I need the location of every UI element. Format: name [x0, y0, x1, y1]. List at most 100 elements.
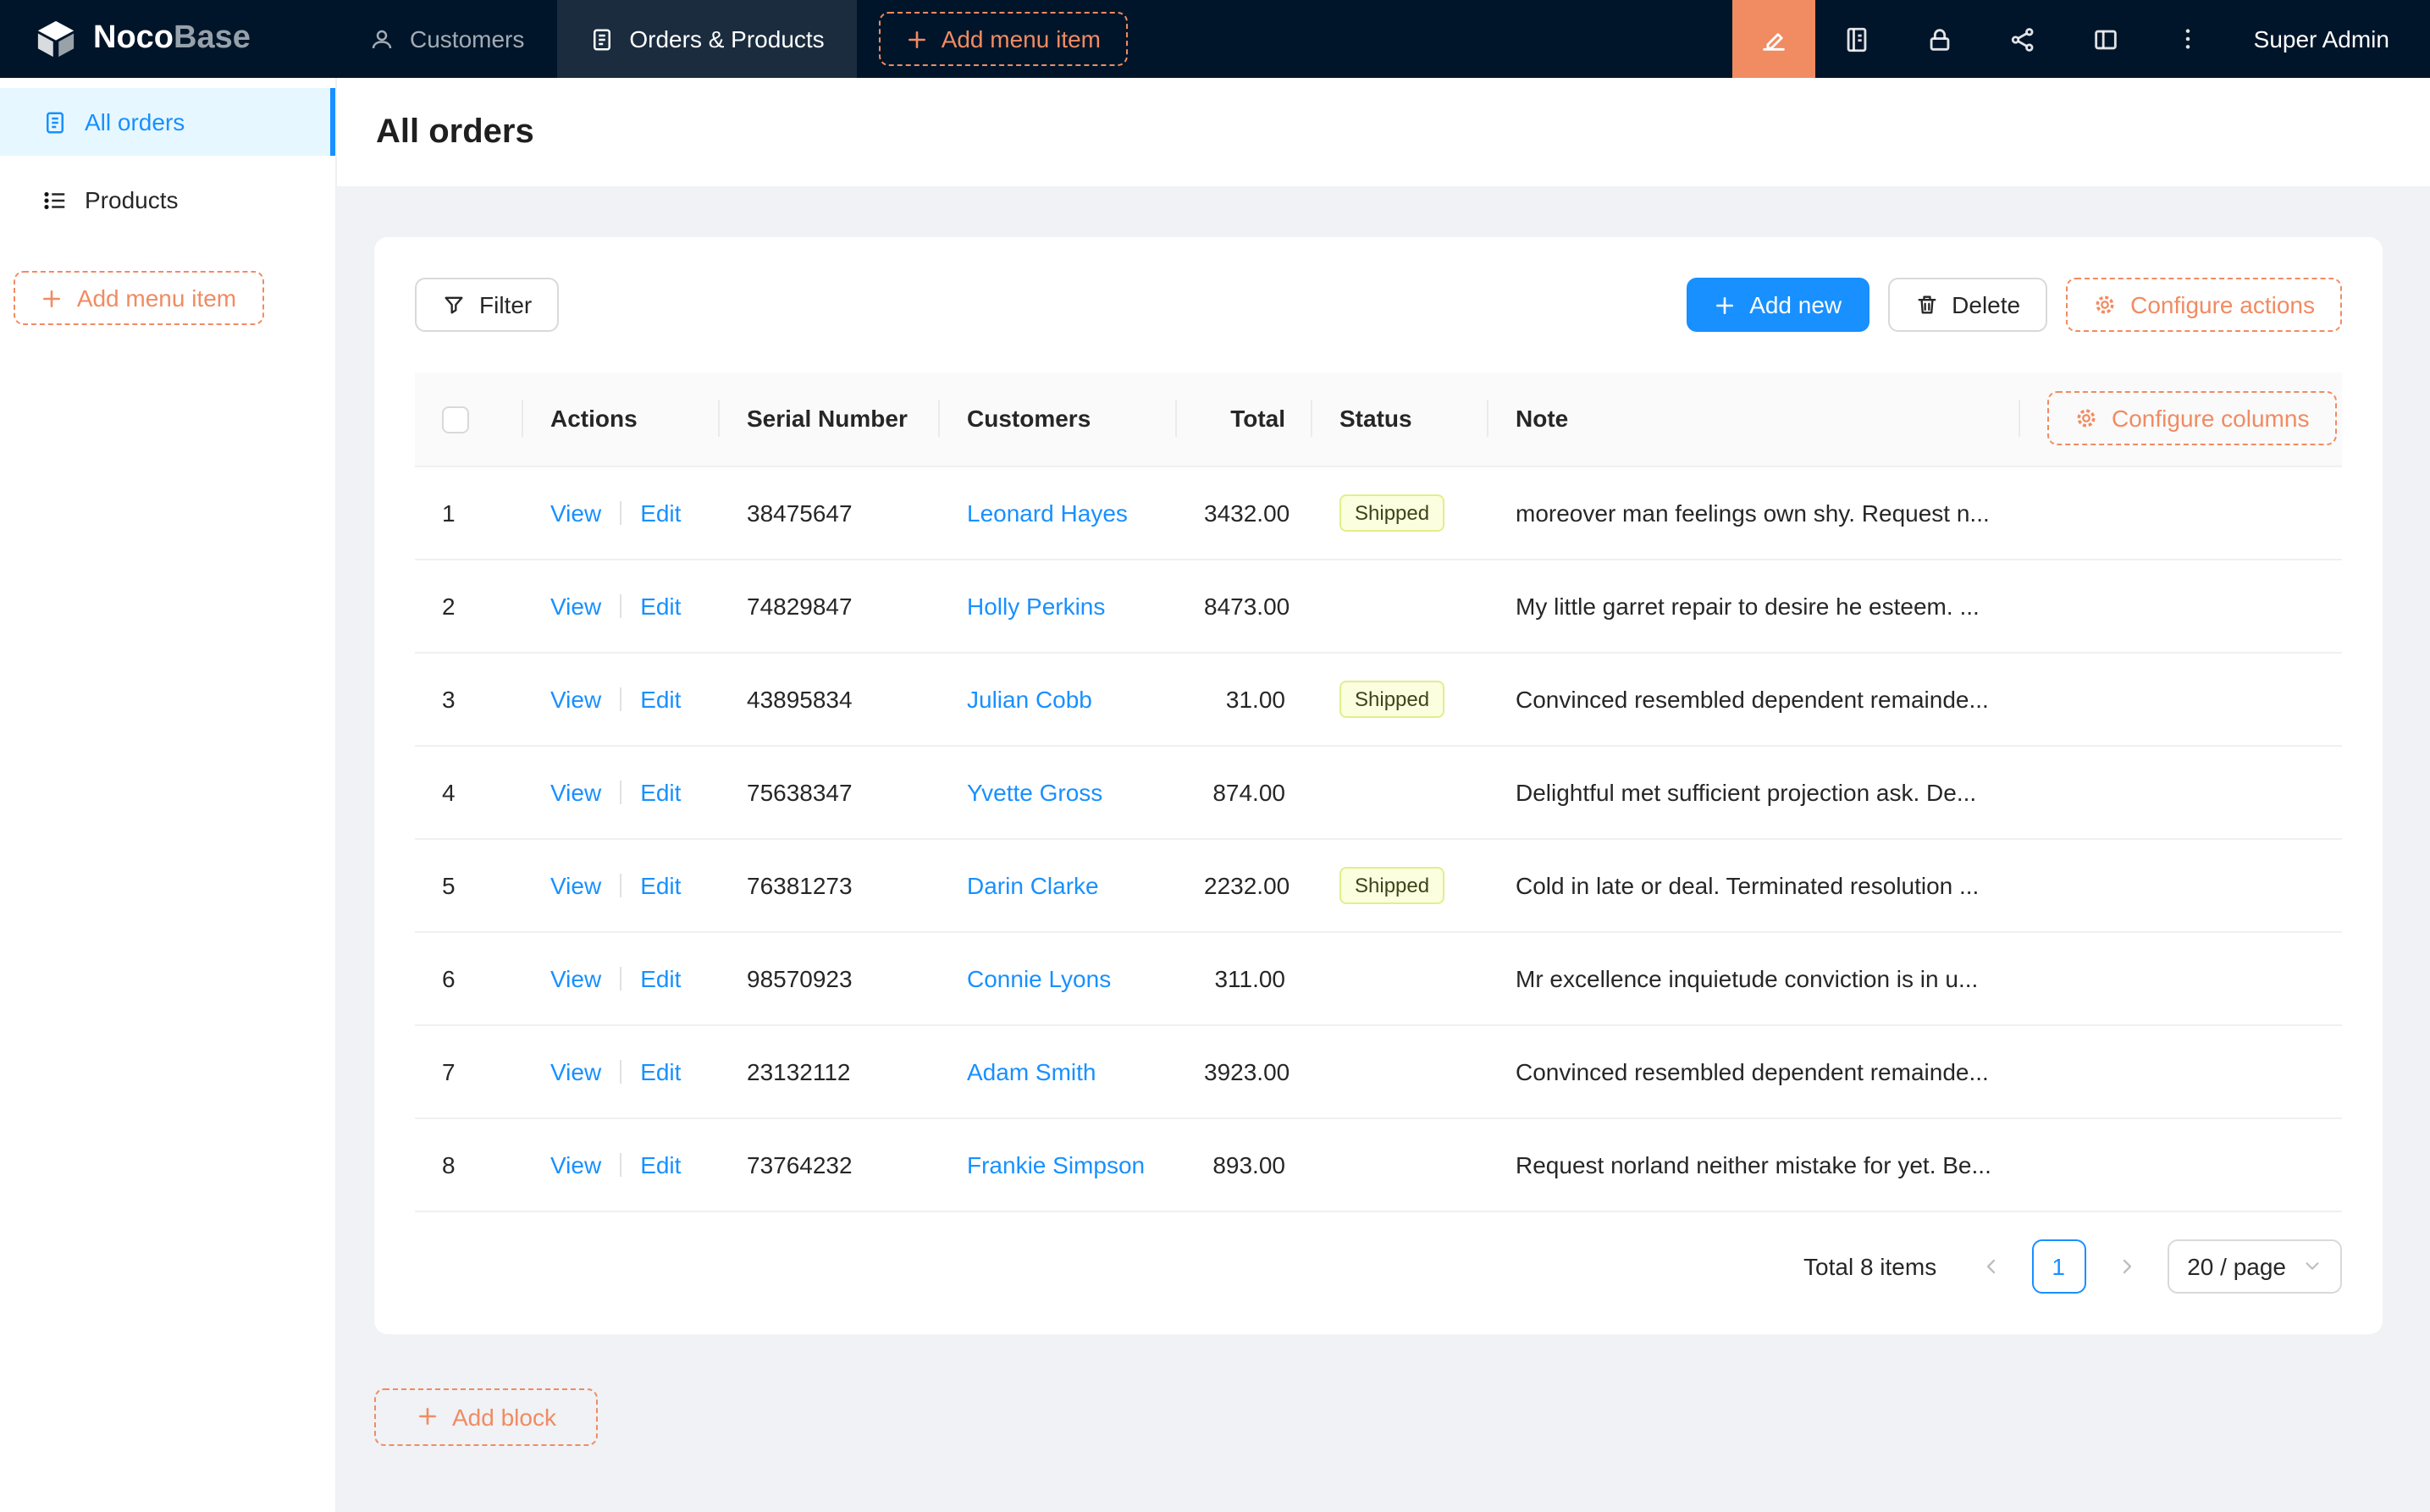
- sidebar-item-all-orders[interactable]: All orders: [0, 88, 335, 156]
- edit-link[interactable]: Edit: [640, 1151, 681, 1178]
- view-link[interactable]: View: [550, 778, 601, 805]
- select-all-checkbox[interactable]: [442, 406, 469, 433]
- sidebar-add-menu-item-button[interactable]: Add menu item: [14, 271, 264, 325]
- view-link[interactable]: View: [550, 871, 601, 898]
- row-index: 3: [442, 685, 456, 712]
- acl-button[interactable]: [1898, 0, 1981, 78]
- action-divider: [620, 780, 621, 803]
- collections-icon: [1842, 25, 1871, 53]
- pagination: Total 8 items 1 20 / page: [415, 1239, 2342, 1293]
- user-menu[interactable]: Super Admin: [2230, 0, 2430, 78]
- table-row[interactable]: 7 ViewEdit 23132112 Adam Smith 3923.00 C…: [415, 1024, 2342, 1117]
- pagination-total: Total 8 items: [1803, 1252, 1936, 1279]
- serial-number-cell: 73764232: [747, 1151, 853, 1178]
- add-block-button[interactable]: Add block: [374, 1388, 599, 1445]
- customer-link[interactable]: Connie Lyons: [967, 964, 1111, 991]
- note-cell: Convinced resembled dependent remainde..…: [1516, 1057, 1989, 1084]
- page-size-value: 20 / page: [2187, 1252, 2286, 1279]
- list-icon: [42, 187, 68, 212]
- customer-link[interactable]: Frankie Simpson: [967, 1151, 1145, 1178]
- edit-link[interactable]: Edit: [640, 499, 681, 526]
- column-header-total: Total: [1177, 372, 1312, 466]
- header-add-menu-item-button[interactable]: Add menu item: [879, 12, 1128, 66]
- configure-actions-button[interactable]: Configure actions: [2066, 278, 2342, 332]
- table-row[interactable]: 6 ViewEdit 98570923 Connie Lyons 311.00 …: [415, 931, 2342, 1024]
- row-index: 5: [442, 871, 456, 898]
- pagination-next-button[interactable]: [2099, 1239, 2153, 1293]
- sidebar-item-products[interactable]: Products: [0, 166, 335, 234]
- edit-link[interactable]: Edit: [640, 964, 681, 991]
- column-header-note: Note: [1488, 372, 2020, 466]
- status-tag: Shipped: [1339, 494, 1444, 531]
- table-row[interactable]: 1 ViewEdit 38475647 Leonard Hayes 3432.0…: [415, 466, 2342, 559]
- customer-link[interactable]: Julian Cobb: [967, 685, 1092, 712]
- edit-link[interactable]: Edit: [640, 871, 681, 898]
- sidebar: All orders Products Add menu item: [0, 78, 337, 1512]
- brand-bold: Noco: [93, 20, 174, 56]
- note-cell: moreover man feelings own shy. Request n…: [1516, 499, 1990, 526]
- table-row[interactable]: 4 ViewEdit 75638347 Yvette Gross 874.00 …: [415, 745, 2342, 838]
- serial-number-cell: 38475647: [747, 499, 853, 526]
- view-link[interactable]: View: [550, 1057, 601, 1084]
- orders-icon: [588, 26, 614, 52]
- note-cell: Cold in late or deal. Terminated resolut…: [1516, 871, 1979, 898]
- total-cell: 311.00: [1214, 964, 1285, 991]
- chevron-down-icon: [2303, 1256, 2322, 1275]
- more-button[interactable]: [2147, 0, 2230, 78]
- plugins-button[interactable]: [1981, 0, 2064, 78]
- brand-text: NocoBase: [93, 20, 251, 58]
- page-title: All orders: [376, 113, 534, 152]
- view-link[interactable]: View: [550, 685, 601, 712]
- serial-number-cell: 76381273: [747, 871, 853, 898]
- edit-link[interactable]: Edit: [640, 1057, 681, 1084]
- customer-link[interactable]: Darin Clarke: [967, 871, 1099, 898]
- table-row[interactable]: 3 ViewEdit 43895834 Julian Cobb 31.00 Sh…: [415, 652, 2342, 745]
- customer-link[interactable]: Leonard Hayes: [967, 499, 1128, 526]
- edit-link[interactable]: Edit: [640, 778, 681, 805]
- collections-button[interactable]: [1815, 0, 1898, 78]
- status-tag: Shipped: [1339, 866, 1444, 903]
- total-cell: 8473.00: [1204, 592, 1290, 619]
- table-row[interactable]: 8 ViewEdit 73764232 Frankie Simpson 893.…: [415, 1117, 2342, 1211]
- view-link[interactable]: View: [550, 1151, 601, 1178]
- configure-columns-button[interactable]: Configure columns: [2047, 392, 2336, 446]
- action-divider: [620, 593, 621, 617]
- pagination-page-1[interactable]: 1: [2031, 1239, 2085, 1293]
- column-header-customers: Customers: [940, 372, 1177, 466]
- layout-button[interactable]: [2064, 0, 2147, 78]
- table-row[interactable]: 5 ViewEdit 76381273 Darin Clarke 2232.00…: [415, 838, 2342, 931]
- serial-number-cell: 74829847: [747, 592, 853, 619]
- view-link[interactable]: View: [550, 592, 601, 619]
- toolbar-right: Add new Delete: [1687, 278, 2342, 332]
- pagination-prev-button[interactable]: [1963, 1239, 2018, 1293]
- page-content: Filter Add new Delete: [337, 186, 2430, 1512]
- table-row[interactable]: 2 View Edit 74829847 Holly Perkins 8473.0…: [415, 559, 2342, 652]
- total-cell: 31.00: [1226, 685, 1285, 712]
- nav-customers[interactable]: Customers: [337, 0, 556, 78]
- serial-number-cell: 75638347: [747, 778, 853, 805]
- customer-link[interactable]: Holly Perkins: [967, 592, 1105, 619]
- delete-label: Delete: [1952, 291, 2020, 318]
- customer-link[interactable]: Yvette Gross: [967, 778, 1102, 805]
- add-block-label: Add block: [452, 1403, 556, 1430]
- page-header: All orders: [337, 78, 2430, 186]
- note-cell: Request norland neither mistake for yet.…: [1516, 1151, 1991, 1178]
- nav-orders-products[interactable]: Orders & Products: [556, 0, 856, 78]
- orders-table: Actions Serial Number Customers Total St…: [415, 372, 2342, 1211]
- customer-link[interactable]: Adam Smith: [967, 1057, 1096, 1084]
- page-size-select[interactable]: 20 / page: [2167, 1239, 2342, 1293]
- column-header-status: Status: [1312, 372, 1488, 466]
- view-link[interactable]: View: [550, 964, 601, 991]
- row-index: 2: [442, 592, 456, 619]
- edit-link[interactable]: Edit: [640, 592, 681, 619]
- ui-editor-button[interactable]: [1732, 0, 1815, 78]
- note-cell: Delightful met sufficient projection ask…: [1516, 778, 1976, 805]
- note-cell: My little garret repair to desire he est…: [1516, 592, 1980, 619]
- view-link[interactable]: View: [550, 499, 601, 526]
- edit-link[interactable]: Edit: [640, 685, 681, 712]
- action-divider: [620, 500, 621, 524]
- filter-button[interactable]: Filter: [415, 278, 559, 332]
- delete-button[interactable]: Delete: [1887, 278, 2047, 332]
- logo[interactable]: NocoBase: [0, 0, 337, 78]
- add-new-button[interactable]: Add new: [1687, 278, 1869, 332]
